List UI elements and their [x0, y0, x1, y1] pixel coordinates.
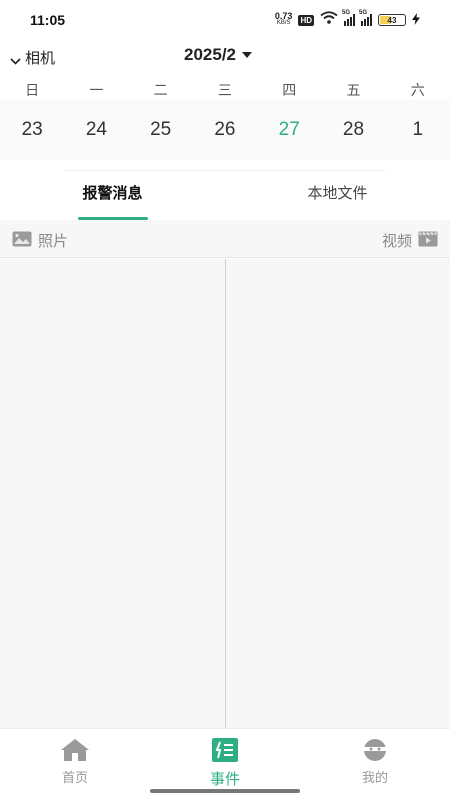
tab-local-files[interactable]: 本地文件 [225, 172, 450, 220]
signal-label-2: 5G [359, 10, 368, 16]
video-label: 视频 [381, 233, 412, 250]
signal-label: 5G [342, 10, 351, 16]
weekday-label: 六 [410, 82, 425, 98]
wifi-icon [320, 11, 338, 29]
date-row: 23 24 25 26 27 28 1 [0, 100, 450, 160]
month-selector[interactable]: 2025/2 [184, 45, 252, 65]
tab-bar: 报警消息 本地文件 [0, 172, 450, 220]
nav-profile[interactable]: 我的 [300, 729, 450, 800]
nav-label: 首页 [61, 770, 88, 785]
tab-label: 报警消息 [82, 185, 143, 202]
weekday-label: 日 [25, 82, 40, 98]
photo-label: 照片 [38, 233, 69, 250]
tab-label: 本地文件 [307, 185, 368, 202]
photo-pane [0, 259, 225, 728]
nav-label: 我的 [361, 770, 388, 785]
media-header: 照片 视频 [0, 220, 450, 258]
weekday-label: 五 [346, 82, 361, 98]
status-time: 11:05 [30, 12, 66, 28]
signal-icon: 5G [342, 10, 355, 26]
weekday-row: 日 一 二 三 四 五 六 [0, 80, 450, 100]
weekday-label: 二 [153, 82, 168, 98]
month-label: 2025/2 [184, 45, 236, 64]
nav-home[interactable]: 首页 [0, 729, 150, 800]
weekday-label: 四 [282, 82, 297, 98]
camera-label: 相机 [25, 50, 56, 67]
date-cell[interactable]: 1 [386, 100, 450, 160]
photo-section-header: 照片 [12, 230, 68, 251]
signal-icon-2: 5G [359, 10, 372, 26]
net-speed-unit: KB/S [276, 20, 291, 26]
battery-level: 43 [387, 15, 397, 25]
date-cell[interactable]: 25 [129, 100, 193, 160]
header: 相机 2025/2 [0, 44, 450, 70]
date-cell[interactable]: 28 [321, 100, 385, 160]
image-icon [12, 231, 32, 251]
date-cell[interactable]: 23 [0, 100, 64, 160]
net-speed-value: 0.73 [274, 11, 293, 21]
events-icon [212, 738, 238, 766]
weekday-label: 一 [89, 82, 104, 98]
tab-alarm-messages[interactable]: 报警消息 [0, 172, 225, 220]
profile-icon [360, 738, 390, 765]
battery-icon: 43 [378, 14, 406, 26]
video-icon [418, 231, 438, 251]
video-pane [226, 259, 450, 728]
weekday-label: 三 [217, 82, 232, 98]
date-cell[interactable]: 26 [193, 100, 257, 160]
status-icons: 0.73 KB/S HD 5G 5G 43 [274, 10, 420, 29]
charging-icon [412, 12, 420, 28]
video-section-header: 视频 [382, 230, 438, 251]
chevron-down-icon [10, 53, 21, 65]
camera-selector[interactable]: 相机 [10, 47, 55, 68]
hd-badge: HD [298, 14, 314, 26]
home-icon [60, 738, 90, 765]
date-cell[interactable]: 24 [64, 100, 128, 160]
network-speed: 0.73 KB/S [274, 11, 293, 27]
status-bar: 11:05 0.73 KB/S HD 5G 5G 43 [0, 0, 450, 40]
home-indicator[interactable] [150, 789, 300, 793]
caret-down-icon [242, 52, 252, 58]
nav-label: 事件 [209, 771, 240, 788]
divider [64, 170, 386, 171]
date-cell-selected[interactable]: 27 [257, 100, 321, 160]
